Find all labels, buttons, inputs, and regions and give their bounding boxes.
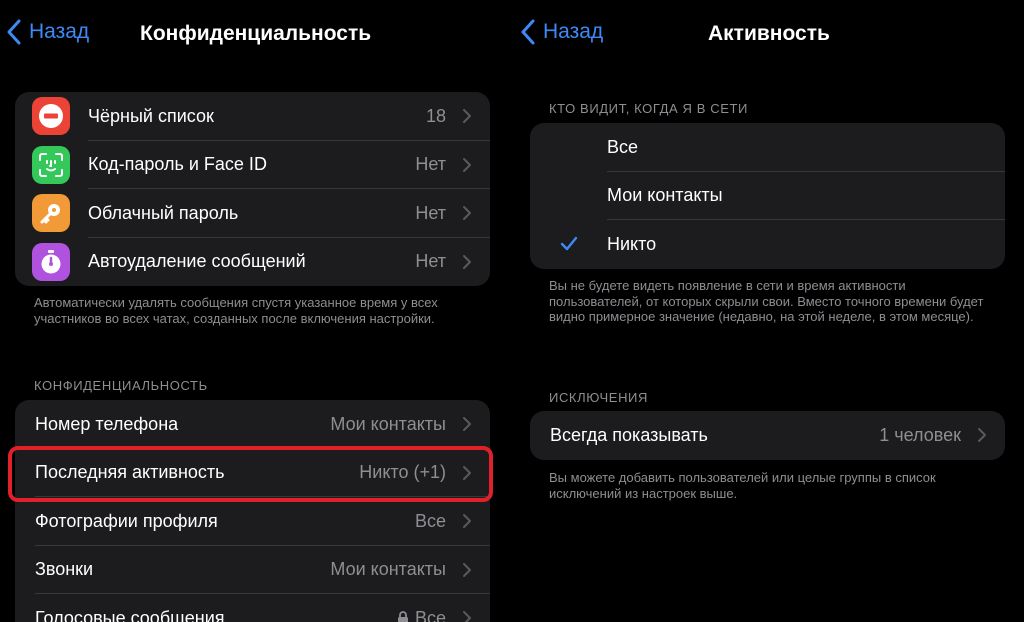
option-label: Все <box>607 136 639 157</box>
row-label: Облачный пароль <box>88 202 239 223</box>
chevron-right-icon <box>463 109 471 124</box>
page-title: Активность <box>708 22 830 45</box>
row-value: Мои контакты <box>330 413 446 434</box>
exceptions-section-header: ИСКЛЮЧЕНИЯ <box>549 390 648 405</box>
chevron-left-icon <box>7 19 21 45</box>
passcode-row[interactable]: Код-пароль и Face ID Нет <box>15 141 490 189</box>
chevron-right-icon <box>463 514 471 529</box>
chevron-right-icon <box>463 611 471 622</box>
row-value: 18 <box>425 105 446 126</box>
back-label: Назад <box>543 20 604 43</box>
who-sees-section-header: КТО ВИДИТ, КОГДА Я В СЕТИ <box>549 101 748 116</box>
chevron-right-icon <box>463 206 471 221</box>
blocked-icon <box>32 97 70 136</box>
row-value: Нет <box>415 251 446 272</box>
option-label: Никто <box>607 233 657 254</box>
cloud-password-row[interactable]: Облачный пароль Нет <box>15 189 490 238</box>
option-my-contacts[interactable]: Мои контакты <box>530 172 1005 220</box>
row-value-wrap: Все <box>397 608 446 622</box>
row-value: Нет <box>415 202 446 223</box>
privacy-screen: Назад Конфиденциальность Чёрный список 1… <box>0 0 506 622</box>
chevron-right-icon <box>463 254 471 269</box>
row-value: 1 человек <box>879 424 961 445</box>
nav-bar: Назад Конфиденциальность <box>0 0 506 70</box>
privacy-section-header: КОНФИДЕНЦИАЛЬНОСТЬ <box>34 378 208 393</box>
back-label: Назад <box>29 20 90 43</box>
row-label: Всегда показывать <box>550 424 708 445</box>
profile-photos-row[interactable]: Фотографии профиля Все <box>15 497 490 546</box>
option-everyone[interactable]: Все <box>530 123 1005 172</box>
row-value: Все <box>414 607 446 622</box>
row-label: Последняя активность <box>35 462 225 483</box>
row-label: Номер телефона <box>35 413 179 434</box>
row-value: Мои контакты <box>330 559 446 580</box>
auto-delete-caption: Автоматически удалять сообщения спустя у… <box>34 295 438 326</box>
row-label: Голосовые сообщения <box>35 607 225 622</box>
chevron-right-icon <box>463 157 471 172</box>
voice-messages-row[interactable]: Голосовые сообщения Все <box>15 594 490 622</box>
chevron-right-icon <box>463 417 471 432</box>
visibility-options-group: Все Мои контакты Никто <box>530 123 1005 269</box>
nav-bar: Назад Активность <box>514 0 1024 70</box>
page-title: Конфиденциальность <box>140 22 372 45</box>
lock-icon <box>397 610 408 622</box>
privacy-group: Номер телефона Мои контакты Последняя ак… <box>15 400 490 622</box>
option-label: Мои контакты <box>607 185 723 206</box>
row-label: Автоудаление сообщений <box>88 251 306 272</box>
checkmark-icon <box>560 237 578 251</box>
exceptions-group: Всегда показывать 1 человек <box>530 411 1005 460</box>
chevron-right-icon <box>463 562 471 577</box>
calls-row[interactable]: Звонки Мои контакты <box>15 546 490 594</box>
exceptions-caption: Вы можете добавить пользователей или цел… <box>549 470 936 501</box>
row-label: Код-пароль и Face ID <box>88 154 267 175</box>
blacklist-row[interactable]: Чёрный список 18 <box>15 92 490 141</box>
security-group: Чёрный список 18 Код-пароль и Face ID Не… <box>15 92 490 286</box>
auto-delete-row[interactable]: Автоудаление сообщений Нет <box>15 238 490 287</box>
chevron-right-icon <box>978 428 986 443</box>
chevron-right-icon <box>463 465 471 480</box>
visibility-caption: Вы не будете видеть появление в сети и в… <box>549 278 984 324</box>
back-button[interactable]: Назад <box>6 19 89 45</box>
key-icon <box>32 194 70 233</box>
row-value: Никто (+1) <box>359 462 446 483</box>
always-show-row[interactable]: Всегда показывать 1 человек <box>530 411 1005 460</box>
row-label: Звонки <box>35 559 94 580</box>
option-nobody[interactable]: Никто <box>530 220 1005 269</box>
row-value: Все <box>414 510 446 531</box>
row-label: Чёрный список <box>88 105 214 126</box>
chevron-left-icon <box>521 19 535 45</box>
row-label: Фотографии профиля <box>35 510 218 531</box>
face-id-icon <box>32 145 70 184</box>
back-button[interactable]: Назад <box>520 19 603 45</box>
activity-screen: Назад Активность КТО ВИДИТ, КОГДА Я В СЕ… <box>514 0 1024 622</box>
timer-icon <box>32 242 70 281</box>
phone-number-row[interactable]: Номер телефона Мои контакты <box>15 400 490 449</box>
row-value: Нет <box>415 154 446 175</box>
last-seen-row[interactable]: Последняя активность Никто (+1) <box>15 449 490 497</box>
